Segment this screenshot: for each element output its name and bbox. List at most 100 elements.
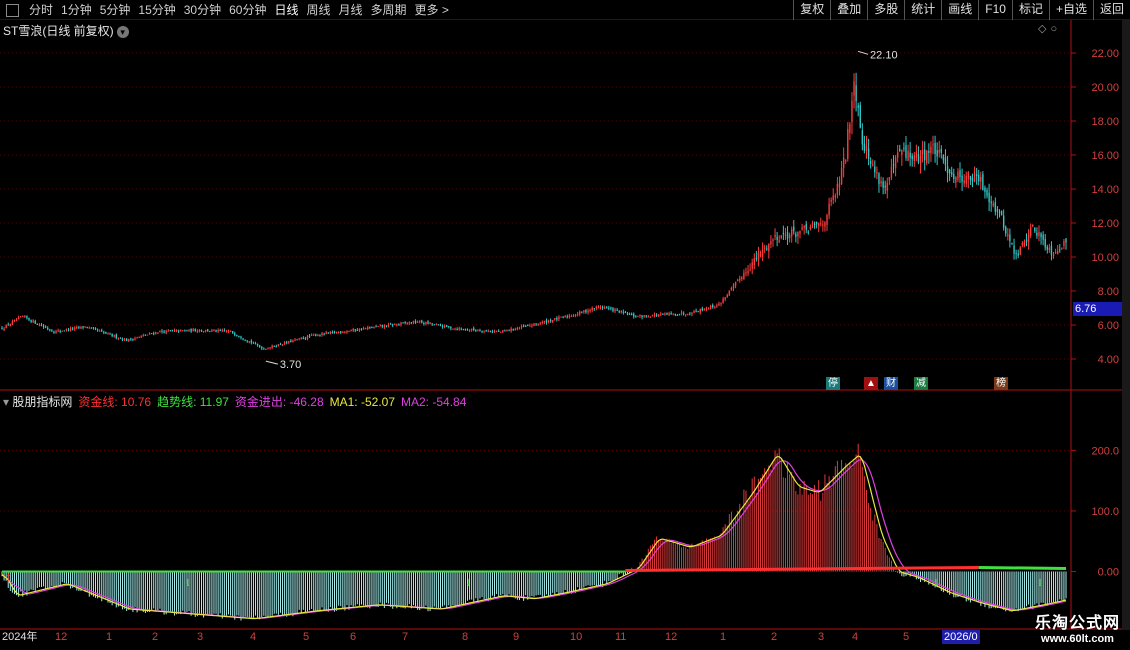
candle-body — [522, 325, 525, 327]
candle-body — [620, 310, 622, 313]
candle-body — [982, 174, 984, 191]
candle-body — [581, 311, 583, 313]
candle-body — [101, 330, 103, 332]
indicator-field-3: MA1: -52.07 — [330, 395, 395, 409]
event-badge-3[interactable]: 减 — [914, 377, 928, 390]
candle-body — [396, 324, 398, 326]
candle-body — [635, 316, 637, 318]
candle-body — [144, 334, 147, 336]
candle-body — [851, 100, 853, 122]
candle-body — [448, 325, 450, 327]
candle-body — [105, 332, 107, 334]
x-axis-label: 11 — [615, 631, 627, 643]
candle-body — [811, 222, 814, 225]
candle-body — [597, 306, 600, 308]
stock-chart[interactable]: 22.0020.0018.0016.0014.0012.0010.008.006… — [0, 0, 1130, 650]
candle-body — [917, 153, 920, 163]
close-icon[interactable]: ○ — [1050, 23, 1061, 35]
candle-body — [975, 174, 978, 176]
candle-body — [524, 325, 527, 327]
candle-body — [258, 345, 261, 347]
candle-body — [489, 330, 492, 332]
candle-body — [793, 226, 795, 231]
candle-body — [340, 331, 342, 333]
candle-body — [587, 310, 589, 313]
candle-body — [566, 316, 568, 318]
candle-body — [664, 313, 666, 315]
indicator-field-4: MA2: -54.84 — [401, 395, 466, 409]
side-scroll-strip[interactable] — [1122, 20, 1130, 630]
candle-body — [1, 327, 3, 330]
candle-body — [175, 330, 178, 332]
candle-body — [333, 331, 336, 333]
candle-body — [739, 278, 741, 281]
candle-body — [385, 325, 388, 327]
candle-body — [132, 338, 134, 340]
candle-body — [279, 343, 282, 345]
candle-body — [944, 157, 947, 166]
candle-body — [830, 199, 832, 202]
candle-body — [464, 328, 467, 330]
candle-body — [543, 321, 546, 323]
candle-body — [622, 311, 625, 313]
diamond-icon[interactable]: ◇ — [1038, 23, 1050, 35]
candle-body — [892, 164, 895, 166]
candle-body — [57, 330, 59, 332]
price-tick-label: 8.00 — [1098, 286, 1119, 298]
candle-body — [670, 313, 672, 315]
chevron-down-icon[interactable]: ▾ — [116, 25, 129, 38]
x-axis-label: 4 — [250, 631, 257, 643]
candle-body — [828, 203, 830, 216]
candle-body — [163, 331, 165, 333]
candle-body — [7, 324, 9, 326]
candle-body — [171, 330, 174, 332]
candle-body — [269, 347, 271, 349]
candle-body — [651, 315, 654, 317]
indicator-field-value: 10.76 — [117, 395, 152, 409]
sell-arrow-icon: ↓ — [466, 575, 472, 589]
candle-body — [724, 297, 726, 300]
candle-body — [508, 330, 510, 332]
candle-body — [780, 235, 782, 239]
candle-body — [1061, 247, 1063, 249]
candle-body — [142, 335, 145, 337]
candle-body — [234, 333, 236, 336]
low-marker-line — [265, 360, 278, 365]
x-axis-label: 4 — [852, 631, 859, 643]
event-badge-1[interactable]: ▲ — [864, 377, 878, 390]
candle-body — [736, 279, 739, 282]
candle-body — [1056, 251, 1059, 255]
indicator-field-label: 资金线: — [78, 395, 118, 409]
event-badge-4[interactable]: 榜 — [994, 377, 1008, 390]
candle-body — [641, 315, 643, 318]
indicator-title[interactable]: ▾ 股朋指标网 资金线: 10.76 趋势线: 11.97 资金进出: -46.28 M… — [3, 393, 472, 410]
candle-body — [1027, 234, 1030, 242]
candle-body — [861, 130, 864, 145]
candle-body — [645, 315, 647, 317]
candle-body — [901, 150, 903, 155]
event-badge-0[interactable]: 停 — [826, 377, 840, 390]
candle-body — [344, 331, 346, 333]
buy-arrow-icon: ↑ — [5, 569, 12, 585]
candle-body — [82, 326, 84, 328]
candle-body — [1007, 234, 1009, 236]
stock-title[interactable]: ST雪浪(日线 前复权) ▾ — [3, 22, 129, 39]
candle-body — [657, 314, 660, 317]
candle-body — [705, 308, 708, 310]
candle-body — [965, 175, 967, 184]
candle-body — [890, 166, 893, 178]
candle-body — [454, 328, 456, 330]
price-tick-label: 20.00 — [1091, 82, 1119, 94]
candle-body — [1032, 224, 1034, 227]
candle-body — [1050, 245, 1053, 255]
candle-body — [51, 330, 53, 332]
chevron-down-icon[interactable]: ▾ — [3, 395, 12, 409]
candle-body — [94, 328, 97, 330]
candle-body — [697, 311, 699, 313]
candle-body — [109, 333, 111, 335]
candle-body — [342, 331, 344, 333]
candle-body — [1019, 247, 1021, 255]
sell-arrow-icon: ↓ — [185, 575, 191, 589]
candle-body — [701, 308, 704, 311]
event-badge-2[interactable]: 财 — [884, 377, 898, 390]
